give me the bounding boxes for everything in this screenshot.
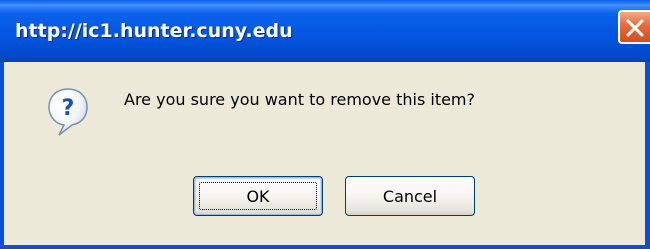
dialog-title: http://ic1.hunter.cuny.edu [15, 20, 293, 42]
dialog-message: Are you sure you want to remove this ite… [124, 90, 476, 109]
confirm-dialog: http://ic1.hunter.cuny.edu ? Are you sur… [0, 0, 650, 249]
cancel-button[interactable]: Cancel [345, 176, 475, 216]
ok-button[interactable]: OK [193, 176, 323, 216]
title-bar[interactable]: http://ic1.hunter.cuny.edu [0, 0, 650, 62]
svg-text:?: ? [62, 96, 75, 121]
close-button[interactable] [618, 10, 650, 44]
close-icon [626, 19, 644, 37]
cancel-button-label: Cancel [382, 186, 438, 206]
ok-button-label: OK [246, 186, 270, 206]
question-icon: ? [48, 88, 88, 136]
dialog-body: ? Are you sure you want to remove this i… [4, 62, 645, 245]
